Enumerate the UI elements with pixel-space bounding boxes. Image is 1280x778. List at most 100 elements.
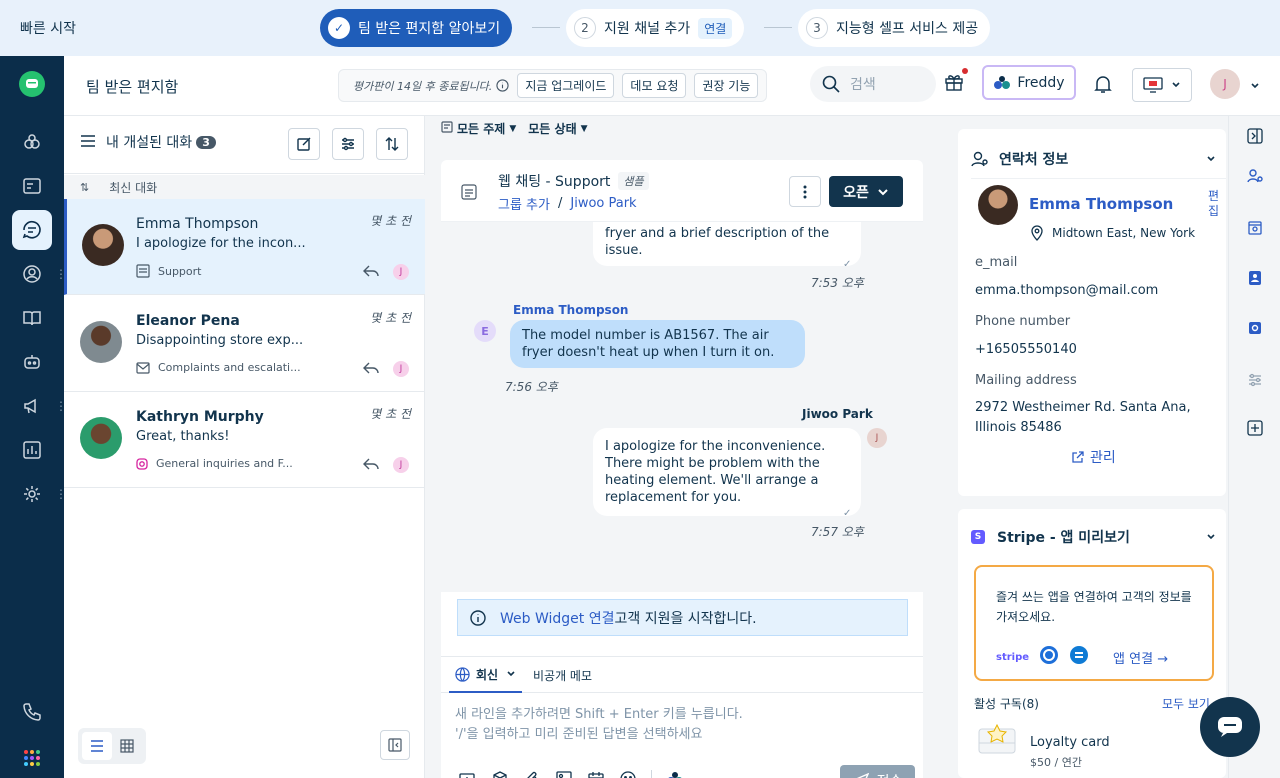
assignee-avatar: J xyxy=(393,264,409,280)
globe-icon xyxy=(455,666,470,682)
conversation-item[interactable]: Emma Thompson I apologize for the incon.… xyxy=(64,199,425,295)
widget-connect-link[interactable]: Web Widget 연결 xyxy=(500,608,614,628)
connect-app-link[interactable]: 앱 연결 → xyxy=(1113,648,1168,667)
user-avatar[interactable]: J xyxy=(1210,69,1240,99)
filter-button[interactable] xyxy=(332,128,364,160)
add-app-icon[interactable] xyxy=(1241,414,1269,442)
sliders-icon xyxy=(342,137,354,151)
contacts-nav-icon[interactable] xyxy=(12,254,52,294)
more-dots-icon[interactable]: ⋮ xyxy=(55,268,67,280)
send-button[interactable]: 전송 xyxy=(840,765,915,778)
collapse-sidebar-icon[interactable] xyxy=(1241,122,1269,150)
contact-icon xyxy=(971,151,988,166)
freddy-button[interactable]: Freddy xyxy=(982,65,1076,100)
tickets-nav-icon[interactable] xyxy=(12,166,52,206)
image-icon[interactable] xyxy=(555,771,573,778)
sort-button[interactable] xyxy=(376,128,722,173)
sort-bar[interactable]: ⇅ 최신 대화 xyxy=(64,175,425,199)
status-selector[interactable] xyxy=(1132,68,1192,102)
reply-textarea[interactable]: 새 라인을 추가하려면 Shift + Enter 키를 누릅니다. '/'을 … xyxy=(455,705,743,745)
collapse-panel-icon[interactable] xyxy=(380,730,410,760)
step-add-channel[interactable]: 2 지원 채널 추가 연결 xyxy=(566,9,745,47)
promo-text: 즐겨 쓰는 앱을 연결하여 고객의 정보를 가져오세요. xyxy=(996,590,1192,624)
gift-icon[interactable] xyxy=(944,68,968,96)
timeline-icon[interactable] xyxy=(1241,214,1269,242)
attachment-icon[interactable] xyxy=(523,771,541,778)
check-icon: ✓ xyxy=(843,508,852,519)
inbox-nav-icon[interactable] xyxy=(12,210,52,250)
add-group-link[interactable]: 그룹 추가 xyxy=(498,194,550,213)
status-open-button[interactable]: 오픈 xyxy=(829,176,903,207)
connect-chip[interactable]: 연결 xyxy=(698,17,733,39)
settings-nav-icon[interactable] xyxy=(12,474,52,514)
info-icon[interactable] xyxy=(496,79,509,92)
monitor-icon xyxy=(1143,77,1163,93)
status-filter[interactable]: 모든 상태 xyxy=(528,120,576,137)
demo-request-button[interactable]: 데모 요청 xyxy=(622,73,687,98)
freddy-nav-icon[interactable] xyxy=(12,122,52,162)
topic-filter[interactable]: 모든 주제 xyxy=(457,120,505,137)
app-logo-icon[interactable] xyxy=(12,64,52,104)
contact-info-card: 연락처 정보 Emma Thompson 편집 Midtown East, Ne… xyxy=(958,129,1226,496)
tab-reply[interactable]: 회신 xyxy=(449,657,523,693)
canned-response-icon[interactable] xyxy=(459,771,477,778)
knowledge-base-nav-icon[interactable] xyxy=(12,298,52,338)
tab-private-note[interactable]: 비공개 메모 xyxy=(533,667,592,684)
upgrade-button[interactable]: 지금 업그레이드 xyxy=(517,73,615,98)
calendar-icon[interactable] xyxy=(587,771,605,778)
email-label: e_mail xyxy=(975,255,1018,270)
recommended-features-button[interactable]: 권장 기능 xyxy=(694,73,759,98)
solution-article-icon[interactable] xyxy=(491,771,509,778)
edit-link[interactable]: 편집 xyxy=(1208,189,1222,219)
search-placeholder: 검색 xyxy=(850,77,876,93)
step-explore-inbox[interactable]: ✓ 팀 받은 편지함 알아보기 xyxy=(320,9,513,47)
quickstart-title[interactable]: 빠른 시작 xyxy=(20,18,76,38)
compose-button[interactable] xyxy=(288,128,320,160)
reports-nav-icon[interactable] xyxy=(12,430,52,470)
campaigns-nav-icon[interactable] xyxy=(12,386,52,426)
table-view-icon[interactable] xyxy=(112,732,142,760)
freddy-ai-icon[interactable] xyxy=(666,771,684,778)
contact-card-icon[interactable] xyxy=(1241,264,1269,292)
hamburger-icon[interactable] xyxy=(80,134,96,152)
step-self-service[interactable]: 3 지능형 셀프 서비스 제공 xyxy=(798,9,991,47)
sender-name: Emma Thompson xyxy=(513,303,629,317)
info-banner: Web Widget 연결 고객 지원을 시작합니다. xyxy=(457,599,908,636)
conversation-item[interactable]: Kathryn Murphy Great, thanks! General in… xyxy=(64,392,425,488)
agent-message: fryer and a brief description of the iss… xyxy=(593,222,861,266)
more-dots-icon[interactable]: ⋮ xyxy=(55,488,67,500)
conversation-item[interactable]: Eleanor Pena Disappointing store exp... … xyxy=(64,296,425,392)
contact-name[interactable]: Emma Thompson xyxy=(1029,195,1173,213)
apps-icon[interactable] xyxy=(1241,314,1269,342)
apps-grid-icon[interactable] xyxy=(12,738,52,778)
reply-composer: 회신 비공개 메모 새 라인을 추가하려면 Shift + Enter 키를 누… xyxy=(441,656,923,778)
contact-details-icon[interactable] xyxy=(1241,162,1269,190)
manage-link[interactable]: 관리 xyxy=(1072,447,1116,467)
more-dots-icon[interactable]: ⋮ xyxy=(55,400,67,412)
chevron-down-icon[interactable] xyxy=(1250,80,1260,95)
chevron-down-icon xyxy=(878,188,888,195)
location-text: Midtown East, New York xyxy=(1052,226,1196,240)
bell-icon[interactable] xyxy=(1094,74,1112,98)
emoji-icon[interactable] xyxy=(619,770,637,778)
assignee-avatar: J xyxy=(393,361,409,377)
filter-bar: 모든 주제 ▼ 모든 상태 ▼ xyxy=(441,120,588,137)
contact-name: Eleanor Pena xyxy=(136,313,240,329)
customize-icon[interactable] xyxy=(1241,366,1269,394)
check-icon: ✓ xyxy=(843,259,852,270)
stripe-header[interactable]: S Stripe - 앱 미리보기 xyxy=(971,517,1226,557)
bot-nav-icon[interactable] xyxy=(12,342,52,382)
message-snippet: I apologize for the incon... xyxy=(136,236,306,251)
more-options-button[interactable] xyxy=(789,176,821,207)
agent-link[interactable]: Jiwoo Park xyxy=(570,196,636,211)
list-title[interactable]: 내 개설된 대화 xyxy=(106,132,192,152)
chevron-down-icon: ▼ xyxy=(509,123,517,134)
send-label: 전송 xyxy=(877,771,903,778)
tab-reply-label: 회신 xyxy=(476,667,499,682)
search-input[interactable]: 검색 xyxy=(810,66,936,102)
list-view-icon[interactable] xyxy=(82,732,112,760)
help-chat-button[interactable] xyxy=(1200,697,1260,757)
phone-nav-icon[interactable] xyxy=(12,692,52,732)
message-time: 7:57 오후 xyxy=(811,525,864,539)
contact-info-header[interactable]: 연락처 정보 xyxy=(971,139,1226,179)
